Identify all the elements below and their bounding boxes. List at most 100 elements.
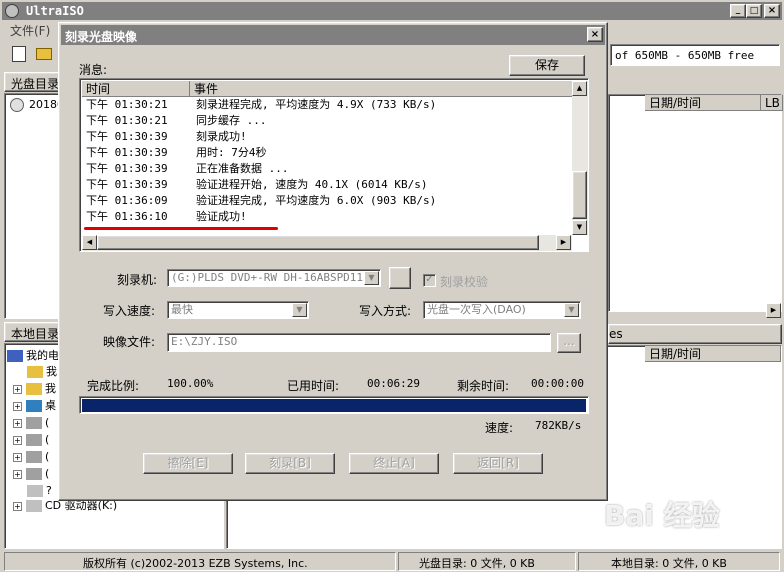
log-row: 下午 01:30:39 正在准备数据 ... — [86, 162, 289, 175]
dialog-title-bar: 刻录光盘映像 × — [61, 25, 605, 45]
scroll-up-icon[interactable]: ▲ — [572, 81, 587, 96]
stop-button[interactable]: 终止[A] — [349, 453, 439, 474]
log-header-time[interactable]: 时间 — [82, 81, 190, 97]
capacity-text: of 650MB - 650MB free — [615, 49, 755, 62]
cd-disc-icon — [10, 98, 24, 112]
drive-icon — [26, 468, 42, 480]
tree-row[interactable]: + 我 — [13, 381, 56, 397]
scroll-left-icon[interactable]: ◀ — [82, 235, 97, 250]
drive-icon — [26, 451, 42, 463]
back-button[interactable]: 返回[R] — [453, 453, 543, 474]
speed-value: 782KB/s — [535, 419, 582, 432]
dialog-title: 刻录光盘映像 — [65, 30, 138, 44]
log-vscroll[interactable]: ▲ ▼ — [572, 81, 588, 235]
app-icon — [5, 4, 19, 18]
expand-icon[interactable]: + — [13, 401, 22, 411]
tree-row[interactable]: +( — [13, 432, 49, 448]
log-row: 下午 01:30:39 验证进程开始, 速度为 40.1X (6014 KB/s) — [86, 178, 428, 191]
expand-icon[interactable]: + — [13, 501, 22, 511]
image-file-label: 映像文件: — [103, 335, 156, 349]
progress-fill — [82, 399, 586, 412]
erase-button[interactable]: 擦除[E] — [143, 453, 233, 474]
expand-icon[interactable]: + — [13, 435, 22, 445]
image-file-input[interactable]: E:\ZJY.ISO — [167, 333, 551, 352]
open-folder-icon[interactable] — [36, 48, 52, 60]
log-hscroll[interactable]: ◀ ▶ — [82, 235, 572, 251]
menu-file[interactable]: 文件(F) — [10, 22, 50, 39]
progress-bar — [79, 396, 589, 414]
new-file-icon[interactable] — [12, 46, 26, 62]
tree-row[interactable]: + 桌 — [13, 398, 56, 414]
cd-dir-header: 光盘目录 — [4, 72, 60, 92]
column-header-datetime[interactable]: 日期/时间 — [645, 95, 761, 111]
main-title-bar: UltraISO _ □ × — [2, 2, 782, 20]
browse-button[interactable]: ... — [557, 333, 581, 353]
save-log-button[interactable]: 保存 — [509, 55, 585, 76]
capacity-bar: of 650MB - 650MB free — [610, 44, 780, 66]
write-speed-label: 写入速度: — [103, 304, 156, 318]
minimize-button[interactable]: _ — [730, 4, 746, 18]
close-main-button[interactable]: × — [764, 4, 780, 18]
drive-icon — [26, 417, 42, 429]
remaining-label: 剩余时间: — [457, 379, 510, 393]
expand-icon[interactable]: + — [13, 469, 22, 479]
cd-drive-icon — [26, 500, 42, 512]
log-row: 下午 01:36:10 验证成功! — [86, 210, 247, 223]
progress-value: 100.00% — [167, 377, 214, 390]
scroll-down-icon[interactable]: ▼ — [572, 220, 587, 235]
column-header-lb[interactable]: LB — [761, 95, 783, 111]
cd-list-hscroll-right[interactable]: ▶ — [766, 303, 781, 318]
chevron-down-icon[interactable]: ▼ — [564, 303, 579, 317]
chevron-down-icon[interactable]: ▼ — [292, 303, 307, 317]
log-row: 下午 01:30:39 用时: 7分4秒 — [86, 146, 267, 159]
write-mode-label: 写入方式: — [359, 304, 412, 318]
tree-row[interactable]: +( — [13, 415, 49, 431]
maximize-button[interactable]: □ — [746, 4, 762, 18]
verify-label[interactable]: 刻录校验 — [440, 273, 488, 290]
log-row: 下午 01:30:39 刻录成功! — [86, 130, 247, 143]
log-list: 时间 事件 下午 01:30:21 刻录进程完成, 平均速度为 4.9X (733… — [79, 78, 589, 252]
expand-icon[interactable]: + — [13, 452, 22, 462]
recorder-settings-button[interactable] — [389, 267, 411, 289]
cd-file-list: 日期/时间 LB — [608, 94, 783, 312]
cd-dir-label: 光盘目录 — [11, 77, 60, 91]
drive-icon — [26, 434, 42, 446]
column-header-datetime[interactable]: 日期/时间 — [645, 346, 781, 362]
recorder-select[interactable]: (G:)PLDS DVD+-RW DH-16ABSPD11 ▼ — [167, 269, 381, 287]
elapsed-label: 已用时间: — [287, 379, 340, 393]
tree-row-my-computer[interactable]: 我的电 — [7, 348, 59, 364]
log-row: 下午 01:30:21 刻录进程完成, 平均速度为 4.9X (733 KB/s) — [86, 98, 437, 111]
chevron-down-icon[interactable]: ▼ — [364, 271, 379, 285]
expand-icon[interactable]: + — [13, 384, 22, 394]
verify-checkbox[interactable]: ✓ — [423, 274, 436, 287]
desktop-icon — [26, 400, 42, 412]
local-dir-label: 本地目录 — [11, 327, 60, 341]
computer-icon — [7, 350, 23, 362]
log-header-event[interactable]: 事件 — [190, 81, 574, 97]
expand-icon[interactable]: + — [13, 418, 22, 428]
tree-row[interactable]: 我 — [27, 364, 57, 380]
status-cd-dir: 光盘目录: 0 文件, 0 KB — [398, 552, 576, 571]
log-row: 下午 01:30:21 同步缓存 ... — [86, 114, 267, 127]
status-local-dir: 本地目录: 0 文件, 0 KB — [578, 552, 780, 571]
messages-label: 消息: — [79, 63, 108, 77]
write-mode-select[interactable]: 光盘一次写入(DAO) ▼ — [423, 301, 581, 319]
scroll-thumb[interactable] — [572, 171, 587, 219]
local-dir-header: 本地目录 — [4, 322, 60, 342]
dialog-close-button[interactable]: × — [587, 27, 603, 42]
tree-row[interactable]: +( — [13, 466, 49, 482]
burn-button[interactable]: 刻录[B] — [245, 453, 335, 474]
folder-icon — [27, 366, 43, 378]
folder-icon — [26, 383, 42, 395]
elapsed-value: 00:06:29 — [367, 377, 420, 390]
scroll-right-icon[interactable]: ▶ — [556, 235, 571, 250]
recorder-label: 刻录机: — [117, 273, 158, 287]
tree-row[interactable]: +( — [13, 449, 49, 465]
tree-row[interactable]: ? — [27, 483, 52, 499]
scroll-thumb[interactable] — [97, 235, 539, 250]
status-copyright: 版权所有 (c)2002-2013 EZB Systems, Inc. — [4, 552, 396, 571]
speed-label: 速度: — [485, 421, 514, 435]
status-bar: 版权所有 (c)2002-2013 EZB Systems, Inc. 光盘目录… — [0, 551, 784, 572]
write-speed-select[interactable]: 最快 ▼ — [167, 301, 309, 319]
main-title: UltraISO — [26, 4, 84, 18]
